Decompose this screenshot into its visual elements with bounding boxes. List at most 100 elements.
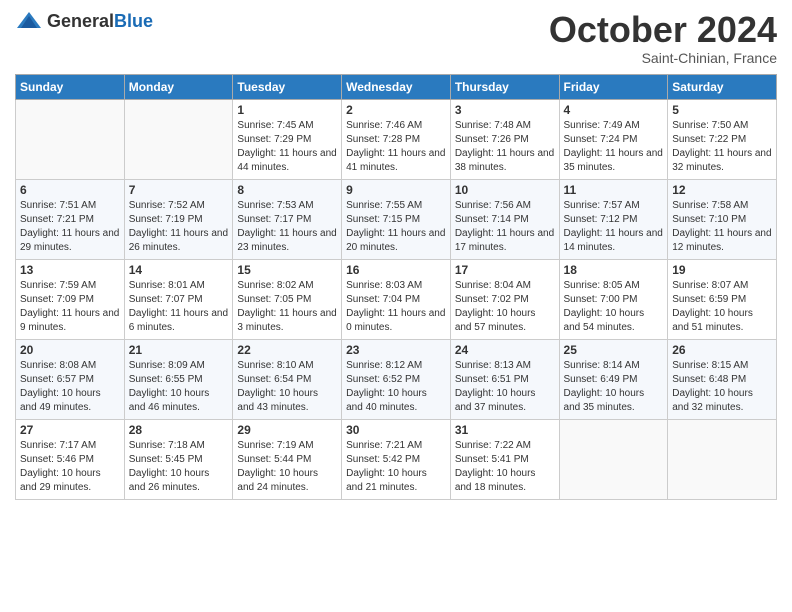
sunrise-text: Sunrise: 7:56 AM <box>455 200 531 211</box>
day-info: Sunrise: 7:21 AM Sunset: 5:42 PM Dayligh… <box>346 439 446 495</box>
day-info: Sunrise: 7:22 AM Sunset: 5:41 PM Dayligh… <box>455 439 555 495</box>
sunset-text: Sunset: 7:14 PM <box>455 214 529 225</box>
day-info: Sunrise: 7:17 AM Sunset: 5:46 PM Dayligh… <box>20 439 120 495</box>
day-number: 27 <box>20 423 120 437</box>
day-info: Sunrise: 8:08 AM Sunset: 6:57 PM Dayligh… <box>20 359 120 415</box>
day-info: Sunrise: 7:57 AM Sunset: 7:12 PM Dayligh… <box>564 199 664 255</box>
daylight-text: Daylight: 11 hours and 23 minutes. <box>237 228 336 253</box>
sunset-text: Sunset: 7:29 PM <box>237 134 311 145</box>
day-info: Sunrise: 8:13 AM Sunset: 6:51 PM Dayligh… <box>455 359 555 415</box>
daylight-text: Daylight: 11 hours and 29 minutes. <box>20 228 119 253</box>
day-number: 12 <box>672 183 772 197</box>
calendar-cell: 31 Sunrise: 7:22 AM Sunset: 5:41 PM Dayl… <box>450 419 559 499</box>
calendar-cell: 6 Sunrise: 7:51 AM Sunset: 7:21 PM Dayli… <box>16 179 125 259</box>
day-info: Sunrise: 7:55 AM Sunset: 7:15 PM Dayligh… <box>346 199 446 255</box>
calendar-cell: 5 Sunrise: 7:50 AM Sunset: 7:22 PM Dayli… <box>668 99 777 179</box>
sunset-text: Sunset: 6:59 PM <box>672 294 746 305</box>
day-number: 5 <box>672 103 772 117</box>
sunrise-text: Sunrise: 7:55 AM <box>346 200 422 211</box>
day-number: 23 <box>346 343 446 357</box>
calendar-cell: 9 Sunrise: 7:55 AM Sunset: 7:15 PM Dayli… <box>342 179 451 259</box>
sunrise-text: Sunrise: 8:02 AM <box>237 280 313 291</box>
day-header-tuesday: Tuesday <box>233 74 342 99</box>
sunset-text: Sunset: 7:00 PM <box>564 294 638 305</box>
sunset-text: Sunset: 7:04 PM <box>346 294 420 305</box>
sunrise-text: Sunrise: 8:05 AM <box>564 280 640 291</box>
day-info: Sunrise: 8:07 AM Sunset: 6:59 PM Dayligh… <box>672 279 772 335</box>
sunrise-text: Sunrise: 7:58 AM <box>672 200 748 211</box>
daylight-text: Daylight: 10 hours and 49 minutes. <box>20 388 101 413</box>
calendar-cell: 28 Sunrise: 7:18 AM Sunset: 5:45 PM Dayl… <box>124 419 233 499</box>
daylight-text: Daylight: 10 hours and 51 minutes. <box>672 308 753 333</box>
sunset-text: Sunset: 7:07 PM <box>129 294 203 305</box>
day-info: Sunrise: 7:58 AM Sunset: 7:10 PM Dayligh… <box>672 199 772 255</box>
daylight-text: Daylight: 10 hours and 57 minutes. <box>455 308 536 333</box>
sunrise-text: Sunrise: 8:09 AM <box>129 360 205 371</box>
sunrise-text: Sunrise: 7:46 AM <box>346 120 422 131</box>
calendar-cell: 22 Sunrise: 8:10 AM Sunset: 6:54 PM Dayl… <box>233 339 342 419</box>
calendar-cell: 27 Sunrise: 7:17 AM Sunset: 5:46 PM Dayl… <box>16 419 125 499</box>
sunrise-text: Sunrise: 7:19 AM <box>237 440 313 451</box>
day-info: Sunrise: 7:51 AM Sunset: 7:21 PM Dayligh… <box>20 199 120 255</box>
day-number: 29 <box>237 423 337 437</box>
daylight-text: Daylight: 10 hours and 26 minutes. <box>129 468 210 493</box>
sunset-text: Sunset: 6:51 PM <box>455 374 529 385</box>
daylight-text: Daylight: 10 hours and 54 minutes. <box>564 308 645 333</box>
day-number: 20 <box>20 343 120 357</box>
daylight-text: Daylight: 10 hours and 37 minutes. <box>455 388 536 413</box>
calendar-cell: 3 Sunrise: 7:48 AM Sunset: 7:26 PM Dayli… <box>450 99 559 179</box>
daylight-text: Daylight: 10 hours and 18 minutes. <box>455 468 536 493</box>
sunset-text: Sunset: 7:22 PM <box>672 134 746 145</box>
logo-blue: Blue <box>114 11 153 31</box>
calendar-cell: 8 Sunrise: 7:53 AM Sunset: 7:17 PM Dayli… <box>233 179 342 259</box>
day-info: Sunrise: 7:52 AM Sunset: 7:19 PM Dayligh… <box>129 199 229 255</box>
day-number: 10 <box>455 183 555 197</box>
day-number: 31 <box>455 423 555 437</box>
sunrise-text: Sunrise: 8:12 AM <box>346 360 422 371</box>
sunrise-text: Sunrise: 8:10 AM <box>237 360 313 371</box>
sunset-text: Sunset: 7:15 PM <box>346 214 420 225</box>
daylight-text: Daylight: 11 hours and 32 minutes. <box>672 148 771 173</box>
day-info: Sunrise: 8:14 AM Sunset: 6:49 PM Dayligh… <box>564 359 664 415</box>
sunset-text: Sunset: 6:49 PM <box>564 374 638 385</box>
daylight-text: Daylight: 11 hours and 6 minutes. <box>129 308 228 333</box>
calendar-cell: 2 Sunrise: 7:46 AM Sunset: 7:28 PM Dayli… <box>342 99 451 179</box>
sunrise-text: Sunrise: 7:17 AM <box>20 440 96 451</box>
sunset-text: Sunset: 7:09 PM <box>20 294 94 305</box>
daylight-text: Daylight: 10 hours and 40 minutes. <box>346 388 427 413</box>
calendar-cell: 19 Sunrise: 8:07 AM Sunset: 6:59 PM Dayl… <box>668 259 777 339</box>
daylight-text: Daylight: 11 hours and 12 minutes. <box>672 228 771 253</box>
month-title: October 2024 <box>549 10 777 50</box>
calendar-cell <box>668 419 777 499</box>
sunset-text: Sunset: 7:21 PM <box>20 214 94 225</box>
calendar-week-row: 1 Sunrise: 7:45 AM Sunset: 7:29 PM Dayli… <box>16 99 777 179</box>
sunset-text: Sunset: 5:42 PM <box>346 454 420 465</box>
day-info: Sunrise: 8:09 AM Sunset: 6:55 PM Dayligh… <box>129 359 229 415</box>
daylight-text: Daylight: 11 hours and 44 minutes. <box>237 148 336 173</box>
sunrise-text: Sunrise: 7:22 AM <box>455 440 531 451</box>
sunset-text: Sunset: 7:17 PM <box>237 214 311 225</box>
logo-general: General <box>47 11 114 31</box>
day-info: Sunrise: 8:04 AM Sunset: 7:02 PM Dayligh… <box>455 279 555 335</box>
day-number: 3 <box>455 103 555 117</box>
day-number: 19 <box>672 263 772 277</box>
calendar-cell: 29 Sunrise: 7:19 AM Sunset: 5:44 PM Dayl… <box>233 419 342 499</box>
sunrise-text: Sunrise: 7:48 AM <box>455 120 531 131</box>
day-number: 21 <box>129 343 229 357</box>
sunrise-text: Sunrise: 8:01 AM <box>129 280 205 291</box>
sunset-text: Sunset: 7:12 PM <box>564 214 638 225</box>
day-info: Sunrise: 7:49 AM Sunset: 7:24 PM Dayligh… <box>564 119 664 175</box>
calendar-week-row: 13 Sunrise: 7:59 AM Sunset: 7:09 PM Dayl… <box>16 259 777 339</box>
calendar-header-row: SundayMondayTuesdayWednesdayThursdayFrid… <box>16 74 777 99</box>
day-info: Sunrise: 7:56 AM Sunset: 7:14 PM Dayligh… <box>455 199 555 255</box>
day-info: Sunrise: 8:12 AM Sunset: 6:52 PM Dayligh… <box>346 359 446 415</box>
day-info: Sunrise: 8:01 AM Sunset: 7:07 PM Dayligh… <box>129 279 229 335</box>
page-header: GeneralBlue October 2024 Saint-Chinian, … <box>15 10 777 66</box>
sunrise-text: Sunrise: 7:45 AM <box>237 120 313 131</box>
sunset-text: Sunset: 6:55 PM <box>129 374 203 385</box>
daylight-text: Daylight: 11 hours and 3 minutes. <box>237 308 336 333</box>
sunrise-text: Sunrise: 8:07 AM <box>672 280 748 291</box>
sunset-text: Sunset: 5:45 PM <box>129 454 203 465</box>
calendar-cell: 4 Sunrise: 7:49 AM Sunset: 7:24 PM Dayli… <box>559 99 668 179</box>
daylight-text: Daylight: 10 hours and 46 minutes. <box>129 388 210 413</box>
